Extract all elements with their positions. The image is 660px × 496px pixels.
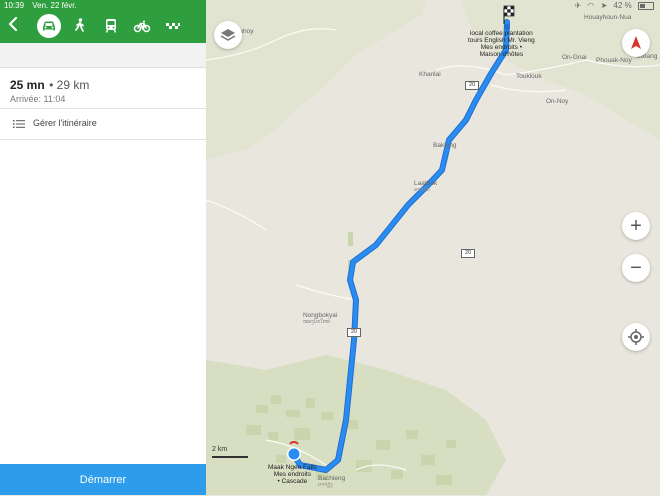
map-scale-label: 2 km xyxy=(212,446,228,453)
map-label-text: Nongbokyai xyxy=(303,312,338,319)
status-time: 10:39 xyxy=(4,1,25,10)
route-summary[interactable]: 25 mn • 29 km xyxy=(10,76,89,94)
compass-button[interactable] xyxy=(622,29,650,57)
route-distance: • 29 km xyxy=(49,78,90,92)
map-label: Phouak-Noy xyxy=(596,57,632,64)
map-label-local: ໜອງບົກໃຫຍ່ xyxy=(303,319,331,325)
map-label: On-Gnai xyxy=(562,54,587,61)
map-label: Bachieng ບາຈຽງ xyxy=(318,475,345,488)
status-date: Ven. 22 févr. xyxy=(32,1,77,10)
map-label-text: Laatbok xyxy=(414,180,438,187)
destination-line: Maison d'hôtes xyxy=(479,51,524,58)
directions-panel: 25 mn • 29 km Arrivée: 11:04 Gérer l'iti… xyxy=(0,0,206,495)
destination-line: local coffee plantation xyxy=(469,30,533,37)
map-label: Khanlai xyxy=(419,71,441,78)
battery-icon xyxy=(638,1,654,10)
map-label-text: Bachieng xyxy=(318,475,346,482)
map-view[interactable]: ...ahoy Houayhoun-Nua On-Gnai Phouak-Noy… xyxy=(206,0,660,495)
arrival-time: Arrivée: 11:04 xyxy=(10,94,66,104)
map-label: Bakieng xyxy=(433,142,457,149)
car-icon xyxy=(43,21,55,31)
destination-line: Mes endroits • xyxy=(480,44,523,51)
map-label: Houayhoun-Nua xyxy=(584,14,632,21)
map-label: On-Noy xyxy=(546,98,569,105)
origin-label[interactable]: Maak Ngeo Falls Mes endroits • Cascade xyxy=(268,464,317,485)
airplane-icon: ✈ xyxy=(574,1,582,10)
start-navigation-button[interactable]: Démarrer xyxy=(0,464,206,495)
mode-bike-button[interactable] xyxy=(130,14,154,38)
back-button[interactable] xyxy=(6,16,22,32)
divider xyxy=(0,108,206,109)
map-label: Laatbok ລາດບົກ xyxy=(414,180,437,193)
map-layers-button[interactable] xyxy=(214,21,242,49)
map-scale-bar xyxy=(212,456,248,458)
road-number-shield: 20 xyxy=(347,328,361,337)
list-icon xyxy=(13,120,25,129)
destination-label[interactable]: local coffee plantation tours English Mr… xyxy=(468,30,535,58)
my-location-button[interactable] xyxy=(622,323,650,351)
mode-car-button[interactable] xyxy=(37,14,61,38)
status-bar: 10:39 Ven. 22 févr. ✈ ◠ ➤ 42 % xyxy=(0,0,660,12)
walk-icon xyxy=(75,18,84,32)
divider xyxy=(0,139,206,140)
map-label-local: ບາຈຽງ xyxy=(318,482,333,488)
manage-route-label: Gérer l'itinéraire xyxy=(33,118,97,128)
map-label-local: ລາດບົກ xyxy=(414,187,430,193)
chevron-left-icon xyxy=(8,16,18,32)
location-icon: ➤ xyxy=(600,1,608,10)
map-label: Nongbokyai ໜອງບົກໃຫຍ່ xyxy=(303,312,337,325)
mode-transit-button[interactable] xyxy=(99,14,123,38)
mode-taxi-button[interactable] xyxy=(161,14,185,38)
zoom-out-button[interactable]: − xyxy=(622,254,650,282)
road-number-shield: 20 xyxy=(461,249,475,258)
taxi-icon xyxy=(166,23,180,29)
battery-label: 42 % xyxy=(613,1,632,10)
route-duration: 25 mn xyxy=(10,78,45,92)
mode-walk-button[interactable] xyxy=(68,14,92,38)
destination-line: tours English Mr. Vieng xyxy=(468,37,535,44)
map-label: Touklouk xyxy=(516,73,542,80)
road-number-shield: 20 xyxy=(465,81,479,90)
panel-spacer xyxy=(0,43,206,68)
origin-line: Maak Ngeo Falls xyxy=(268,464,317,471)
wifi-icon: ◠ xyxy=(587,1,595,10)
crosshair-icon xyxy=(628,329,644,345)
origin-line: • Cascade xyxy=(277,478,308,485)
layers-icon xyxy=(220,29,236,41)
bike-icon xyxy=(133,20,151,33)
origin-line: Mes endroits xyxy=(273,471,311,478)
zoom-in-button[interactable]: + xyxy=(622,212,650,240)
bus-icon xyxy=(105,19,117,33)
compass-icon xyxy=(631,36,641,49)
